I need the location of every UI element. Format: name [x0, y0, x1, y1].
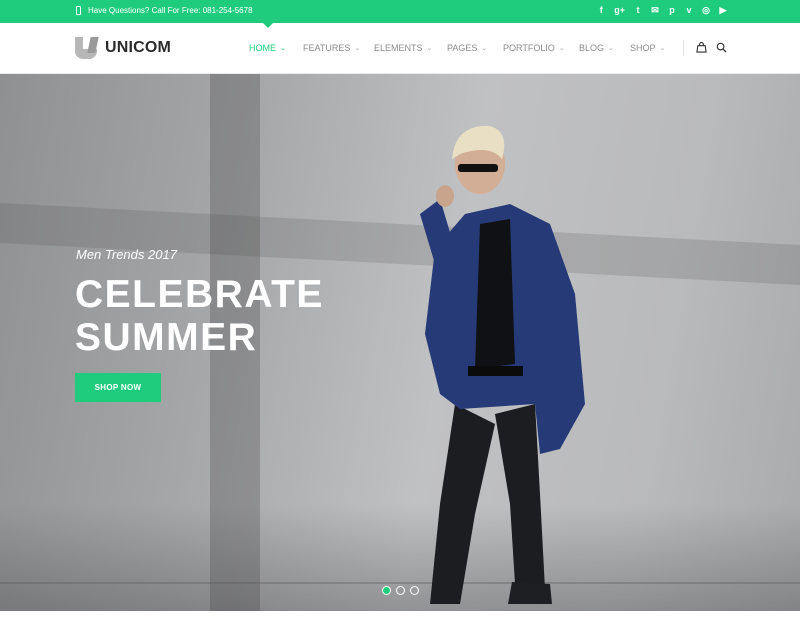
- nav-item-home[interactable]: Home ⌄: [249, 23, 303, 53]
- chevron-down-icon: ⌄: [354, 45, 361, 52]
- nav-item-label: Pages: [447, 43, 478, 53]
- hero-title-line-2: SUMMER: [75, 316, 258, 359]
- nav-item-elements[interactable]: Elements ⌄: [374, 43, 447, 53]
- logo-text: UNICOM: [105, 39, 172, 56]
- slider-dot-3[interactable]: [410, 586, 419, 595]
- logo-mark-icon: [75, 37, 99, 59]
- phone-icon: [76, 6, 81, 15]
- nav-item-blog[interactable]: Blog ⌄: [579, 43, 630, 53]
- nav-item-pages[interactable]: Pages ⌄: [447, 43, 503, 53]
- slider-pagination: [382, 586, 419, 595]
- top-bar: Have Questions? Call For Free: 081-254-5…: [0, 0, 800, 23]
- nav-item-label: Portfolio: [503, 43, 555, 53]
- nav-item-portfolio[interactable]: Portfolio ⌄: [503, 43, 579, 53]
- chevron-down-icon: ⌄: [481, 45, 488, 52]
- logo[interactable]: UNICOM: [75, 37, 171, 59]
- google-plus-icon[interactable]: g+: [614, 5, 625, 16]
- social-links: f g+ t ✉ p v ◎ ▶: [597, 5, 727, 16]
- dribbble-icon[interactable]: ◎: [702, 5, 710, 16]
- chevron-down-icon: ⌄: [659, 45, 666, 52]
- nav-item-label: Home: [249, 43, 276, 53]
- nav-item-label: Features: [303, 43, 351, 53]
- youtube-icon[interactable]: ▶: [719, 5, 727, 16]
- nav-item-features[interactable]: Features ⌄: [303, 43, 374, 53]
- contact-info: Have Questions? Call For Free: 081-254-5…: [76, 6, 253, 15]
- twitter-icon[interactable]: t: [634, 5, 642, 16]
- nav-item-label: Elements: [374, 43, 423, 53]
- page-content-start: [0, 611, 800, 617]
- chevron-down-icon: ⌄: [280, 45, 286, 52]
- facebook-icon[interactable]: f: [597, 5, 605, 16]
- pinterest-icon[interactable]: p: [668, 5, 676, 16]
- main-nav: Home ⌄ Features ⌄ Elements ⌄ Pages ⌄ Portfol…: [249, 23, 674, 53]
- hero-subtitle: Men Trends 2017: [76, 247, 177, 262]
- chevron-down-icon: ⌄: [608, 45, 614, 52]
- hero-slider: Men Trends 2017 CELEBRATE SUMMER SHOP NO…: [0, 74, 800, 611]
- nav-item-label: Blog: [579, 43, 605, 53]
- model-photo: [420, 125, 585, 604]
- chevron-down-icon: ⌄: [558, 45, 565, 52]
- chevron-down-icon: ⌄: [426, 45, 433, 52]
- shop-now-button[interactable]: SHOP NOW: [75, 373, 161, 402]
- shopping-bag-icon[interactable]: [696, 42, 707, 53]
- header-divider: [683, 40, 684, 56]
- nav-item-shop[interactable]: Shop ⌄: [630, 43, 674, 53]
- contact-text: Have Questions? Call For Free: 081-254-5…: [88, 6, 253, 15]
- nav-item-label: Shop: [630, 43, 656, 53]
- slider-dot-1[interactable]: [382, 586, 391, 595]
- site-header: UNICOM Home ⌄ Features ⌄ Elements ⌄ Pages ⌄ …: [0, 23, 800, 74]
- email-icon[interactable]: ✉: [651, 5, 659, 16]
- hero-title: CELEBRATE SUMMER: [75, 273, 324, 359]
- slider-dot-2[interactable]: [396, 586, 405, 595]
- hero-title-line-1: CELEBRATE: [75, 273, 324, 316]
- search-icon[interactable]: [716, 42, 727, 53]
- vimeo-icon[interactable]: v: [685, 5, 693, 16]
